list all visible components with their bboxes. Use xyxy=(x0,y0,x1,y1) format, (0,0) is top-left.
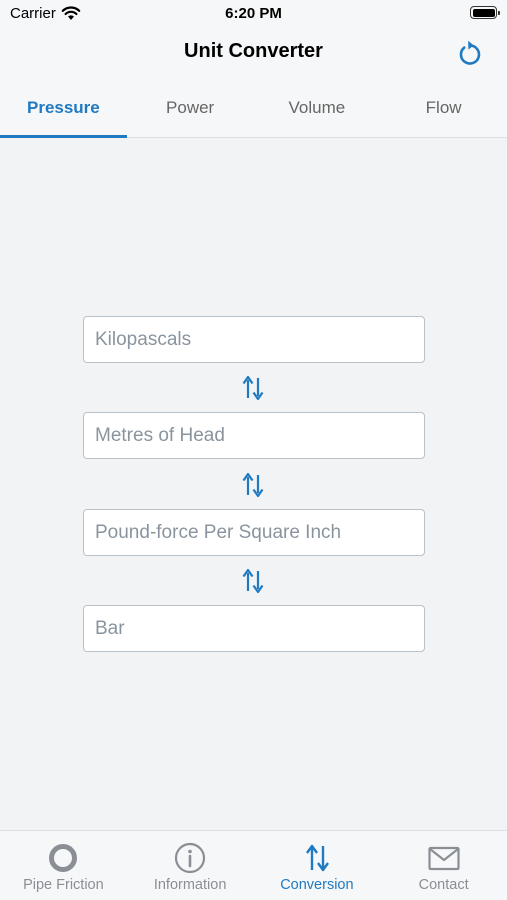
status-time: 6:20 PM xyxy=(225,5,282,22)
tab-label: Volume xyxy=(288,98,346,117)
tabbar-item-conversion[interactable]: Conversion xyxy=(254,831,381,900)
tabbar-label: Information xyxy=(153,877,227,893)
swap-arrows-icon[interactable] xyxy=(242,471,264,499)
info-icon xyxy=(175,842,206,874)
tabbar-item-contact[interactable]: Contact xyxy=(380,831,507,900)
active-tab-indicator xyxy=(0,135,127,138)
tab-flow[interactable]: Flow xyxy=(380,76,507,137)
tab-volume[interactable]: Volume xyxy=(254,76,381,137)
tab-power[interactable]: Power xyxy=(127,76,254,137)
swap-arrows-icon[interactable] xyxy=(242,374,264,402)
bottom-tab-bar: Pipe Friction Information Conversion Con… xyxy=(0,830,507,900)
bar-input[interactable] xyxy=(83,605,425,652)
tabbar-label: Pipe Friction xyxy=(23,877,104,893)
kilopascals-input[interactable] xyxy=(83,316,425,363)
metres-of-head-input[interactable] xyxy=(83,412,425,459)
page-title: Unit Converter xyxy=(184,40,323,62)
psi-input[interactable] xyxy=(83,509,425,556)
unit-category-tabs: Pressure Power Volume Flow xyxy=(0,76,507,138)
ring-icon xyxy=(49,844,78,872)
refresh-icon[interactable] xyxy=(455,38,485,68)
tabbar-label: Contact xyxy=(418,877,469,893)
tabbar-item-pipe-friction[interactable]: Pipe Friction xyxy=(0,831,127,900)
envelope-icon xyxy=(428,846,460,871)
battery-icon xyxy=(470,6,500,19)
tabbar-label: Conversion xyxy=(280,877,354,893)
swap-arrows-icon[interactable] xyxy=(242,567,264,595)
tab-label: Flow xyxy=(425,98,462,117)
tab-pressure[interactable]: Pressure xyxy=(0,76,127,138)
navigation-bar: Unit Converter xyxy=(0,28,507,76)
tabbar-item-information[interactable]: Information xyxy=(127,831,254,900)
tab-label: Pressure xyxy=(26,98,100,117)
tab-label: Power xyxy=(166,98,215,117)
swap-arrows-icon xyxy=(305,844,329,872)
status-bar: Carrier 6:20 PM xyxy=(0,0,507,28)
